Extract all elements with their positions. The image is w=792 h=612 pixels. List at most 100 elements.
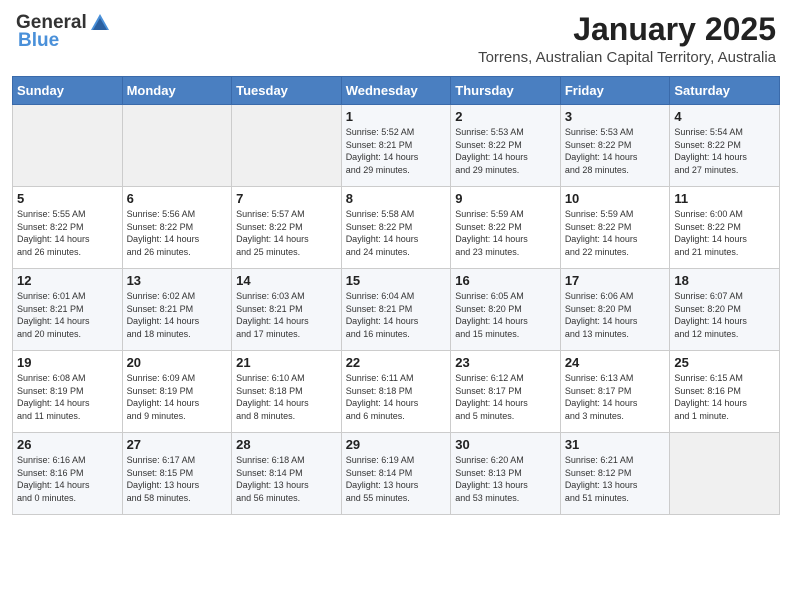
day-number: 4 bbox=[674, 109, 775, 124]
day-info: Sunrise: 6:18 AM Sunset: 8:14 PM Dayligh… bbox=[236, 454, 337, 504]
calendar-cell bbox=[670, 433, 780, 515]
day-info: Sunrise: 6:07 AM Sunset: 8:20 PM Dayligh… bbox=[674, 290, 775, 340]
calendar-cell: 10 Sunrise: 5:59 AM Sunset: 8:22 PM Dayli… bbox=[560, 187, 670, 269]
day-info: Sunrise: 5:59 AM Sunset: 8:22 PM Dayligh… bbox=[565, 208, 666, 258]
calendar-cell: 4 Sunrise: 5:54 AM Sunset: 8:22 PM Daylig… bbox=[670, 105, 780, 187]
day-number: 16 bbox=[455, 273, 556, 288]
calendar-cell: 23 Sunrise: 6:12 AM Sunset: 8:17 PM Dayli… bbox=[451, 351, 561, 433]
month-year-title: January 2025 bbox=[478, 12, 776, 47]
day-info: Sunrise: 6:10 AM Sunset: 8:18 PM Dayligh… bbox=[236, 372, 337, 422]
day-info: Sunrise: 6:15 AM Sunset: 8:16 PM Dayligh… bbox=[674, 372, 775, 422]
day-number: 27 bbox=[127, 437, 228, 452]
day-info: Sunrise: 6:19 AM Sunset: 8:14 PM Dayligh… bbox=[346, 454, 447, 504]
day-info: Sunrise: 6:17 AM Sunset: 8:15 PM Dayligh… bbox=[127, 454, 228, 504]
page-header: General Blue January 2025 Torrens, Austr… bbox=[0, 0, 792, 70]
calendar-cell: 27 Sunrise: 6:17 AM Sunset: 8:15 PM Dayli… bbox=[122, 433, 232, 515]
day-info: Sunrise: 5:53 AM Sunset: 8:22 PM Dayligh… bbox=[455, 126, 556, 176]
calendar-cell: 5 Sunrise: 5:55 AM Sunset: 8:22 PM Daylig… bbox=[13, 187, 123, 269]
calendar-cell: 18 Sunrise: 6:07 AM Sunset: 8:20 PM Dayli… bbox=[670, 269, 780, 351]
calendar-cell: 26 Sunrise: 6:16 AM Sunset: 8:16 PM Dayli… bbox=[13, 433, 123, 515]
calendar-cell: 30Sunrise: 6:20 AM Sunset: 8:13 PM Dayli… bbox=[451, 433, 561, 515]
day-number: 26 bbox=[17, 437, 118, 452]
day-info: Sunrise: 5:57 AM Sunset: 8:22 PM Dayligh… bbox=[236, 208, 337, 258]
logo-blue-text: Blue bbox=[18, 30, 59, 52]
calendar-cell: 7Sunrise: 5:57 AM Sunset: 8:22 PM Daylig… bbox=[232, 187, 342, 269]
calendar-cell: 25 Sunrise: 6:15 AM Sunset: 8:16 PM Dayli… bbox=[670, 351, 780, 433]
day-number: 29 bbox=[346, 437, 447, 452]
calendar-cell: 15Sunrise: 6:04 AM Sunset: 8:21 PM Dayli… bbox=[341, 269, 451, 351]
day-number: 1 bbox=[346, 109, 447, 124]
location-subtitle: Torrens, Australian Capital Territory, A… bbox=[478, 49, 776, 66]
day-info: Sunrise: 6:20 AM Sunset: 8:13 PM Dayligh… bbox=[455, 454, 556, 504]
day-header-sunday: Sunday bbox=[13, 77, 123, 105]
calendar-cell: 16 Sunrise: 6:05 AM Sunset: 8:20 PM Dayli… bbox=[451, 269, 561, 351]
day-number: 8 bbox=[346, 191, 447, 206]
calendar-cell: 9Sunrise: 5:59 AM Sunset: 8:22 PM Daylig… bbox=[451, 187, 561, 269]
calendar-cell: 14 Sunrise: 6:03 AM Sunset: 8:21 PM Dayli… bbox=[232, 269, 342, 351]
day-number: 17 bbox=[565, 273, 666, 288]
calendar-cell: 3 Sunrise: 5:53 AM Sunset: 8:22 PM Daylig… bbox=[560, 105, 670, 187]
calendar-cell: 11Sunrise: 6:00 AM Sunset: 8:22 PM Dayli… bbox=[670, 187, 780, 269]
calendar-week-2: 5 Sunrise: 5:55 AM Sunset: 8:22 PM Daylig… bbox=[13, 187, 780, 269]
calendar-week-1: 1 Sunrise: 5:52 AM Sunset: 8:21 PM Daylig… bbox=[13, 105, 780, 187]
calendar-cell: 31Sunrise: 6:21 AM Sunset: 8:12 PM Dayli… bbox=[560, 433, 670, 515]
calendar-cell: 2 Sunrise: 5:53 AM Sunset: 8:22 PM Daylig… bbox=[451, 105, 561, 187]
day-info: Sunrise: 6:09 AM Sunset: 8:19 PM Dayligh… bbox=[127, 372, 228, 422]
calendar-week-4: 19Sunrise: 6:08 AM Sunset: 8:19 PM Dayli… bbox=[13, 351, 780, 433]
day-number: 31 bbox=[565, 437, 666, 452]
day-number: 13 bbox=[127, 273, 228, 288]
calendar-week-5: 26 Sunrise: 6:16 AM Sunset: 8:16 PM Dayli… bbox=[13, 433, 780, 515]
day-header-monday: Monday bbox=[122, 77, 232, 105]
day-info: Sunrise: 5:58 AM Sunset: 8:22 PM Dayligh… bbox=[346, 208, 447, 258]
day-header-wednesday: Wednesday bbox=[341, 77, 451, 105]
day-info: Sunrise: 5:52 AM Sunset: 8:21 PM Dayligh… bbox=[346, 126, 447, 176]
calendar-cell: 19Sunrise: 6:08 AM Sunset: 8:19 PM Dayli… bbox=[13, 351, 123, 433]
calendar-cell: 17Sunrise: 6:06 AM Sunset: 8:20 PM Dayli… bbox=[560, 269, 670, 351]
day-info: Sunrise: 5:56 AM Sunset: 8:22 PM Dayligh… bbox=[127, 208, 228, 258]
calendar-cell: 29 Sunrise: 6:19 AM Sunset: 8:14 PM Dayli… bbox=[341, 433, 451, 515]
day-number: 18 bbox=[674, 273, 775, 288]
day-number: 10 bbox=[565, 191, 666, 206]
day-number: 15 bbox=[346, 273, 447, 288]
day-info: Sunrise: 5:59 AM Sunset: 8:22 PM Dayligh… bbox=[455, 208, 556, 258]
day-info: Sunrise: 5:53 AM Sunset: 8:22 PM Dayligh… bbox=[565, 126, 666, 176]
day-info: Sunrise: 5:55 AM Sunset: 8:22 PM Dayligh… bbox=[17, 208, 118, 258]
logo: General Blue bbox=[16, 12, 111, 52]
day-number: 25 bbox=[674, 355, 775, 370]
calendar-cell: 13 Sunrise: 6:02 AM Sunset: 8:21 PM Dayli… bbox=[122, 269, 232, 351]
calendar-cell: 8 Sunrise: 5:58 AM Sunset: 8:22 PM Daylig… bbox=[341, 187, 451, 269]
day-number: 5 bbox=[17, 191, 118, 206]
day-number: 21 bbox=[236, 355, 337, 370]
calendar-cell: 12 Sunrise: 6:01 AM Sunset: 8:21 PM Dayli… bbox=[13, 269, 123, 351]
calendar-header-row: SundayMondayTuesdayWednesdayThursdayFrid… bbox=[13, 77, 780, 105]
day-header-friday: Friday bbox=[560, 77, 670, 105]
day-number: 19 bbox=[17, 355, 118, 370]
day-number: 6 bbox=[127, 191, 228, 206]
day-number: 12 bbox=[17, 273, 118, 288]
calendar-container: SundayMondayTuesdayWednesdayThursdayFrid… bbox=[0, 70, 792, 527]
calendar-week-3: 12 Sunrise: 6:01 AM Sunset: 8:21 PM Dayli… bbox=[13, 269, 780, 351]
calendar-table: SundayMondayTuesdayWednesdayThursdayFrid… bbox=[12, 76, 780, 515]
day-number: 20 bbox=[127, 355, 228, 370]
day-info: Sunrise: 6:02 AM Sunset: 8:21 PM Dayligh… bbox=[127, 290, 228, 340]
day-info: Sunrise: 6:16 AM Sunset: 8:16 PM Dayligh… bbox=[17, 454, 118, 504]
day-number: 2 bbox=[455, 109, 556, 124]
day-info: Sunrise: 5:54 AM Sunset: 8:22 PM Dayligh… bbox=[674, 126, 775, 176]
day-number: 23 bbox=[455, 355, 556, 370]
calendar-cell: 28Sunrise: 6:18 AM Sunset: 8:14 PM Dayli… bbox=[232, 433, 342, 515]
day-number: 3 bbox=[565, 109, 666, 124]
logo-icon bbox=[89, 12, 111, 34]
title-section: January 2025 Torrens, Australian Capital… bbox=[478, 12, 776, 66]
calendar-cell: 22Sunrise: 6:11 AM Sunset: 8:18 PM Dayli… bbox=[341, 351, 451, 433]
calendar-cell: 1 Sunrise: 5:52 AM Sunset: 8:21 PM Daylig… bbox=[341, 105, 451, 187]
day-info: Sunrise: 6:11 AM Sunset: 8:18 PM Dayligh… bbox=[346, 372, 447, 422]
day-info: Sunrise: 6:01 AM Sunset: 8:21 PM Dayligh… bbox=[17, 290, 118, 340]
day-header-thursday: Thursday bbox=[451, 77, 561, 105]
day-info: Sunrise: 6:03 AM Sunset: 8:21 PM Dayligh… bbox=[236, 290, 337, 340]
calendar-cell: 21 Sunrise: 6:10 AM Sunset: 8:18 PM Dayli… bbox=[232, 351, 342, 433]
calendar-cell: 24Sunrise: 6:13 AM Sunset: 8:17 PM Dayli… bbox=[560, 351, 670, 433]
day-number: 14 bbox=[236, 273, 337, 288]
day-info: Sunrise: 6:00 AM Sunset: 8:22 PM Dayligh… bbox=[674, 208, 775, 258]
day-info: Sunrise: 6:12 AM Sunset: 8:17 PM Dayligh… bbox=[455, 372, 556, 422]
day-info: Sunrise: 6:05 AM Sunset: 8:20 PM Dayligh… bbox=[455, 290, 556, 340]
